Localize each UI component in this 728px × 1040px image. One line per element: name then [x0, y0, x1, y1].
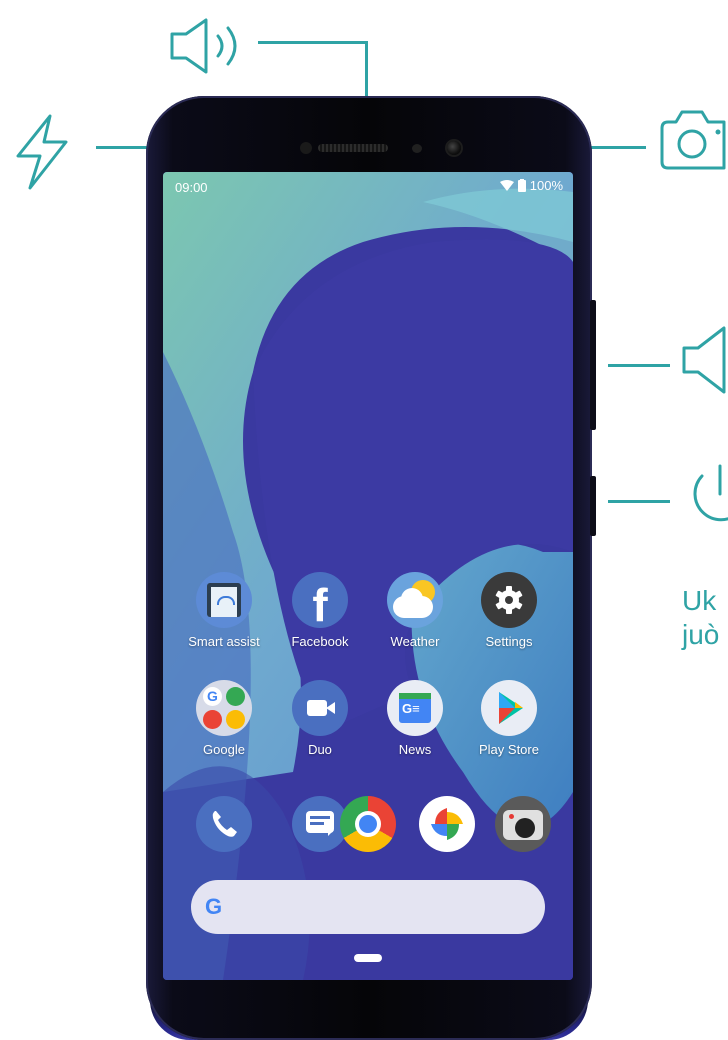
gear-icon [481, 572, 537, 628]
dock-phone[interactable] [184, 796, 264, 852]
front-camera-icon [658, 106, 728, 176]
volume-rocker[interactable] [590, 300, 596, 430]
dock-camera[interactable] [483, 796, 563, 852]
app-label: Play Store [479, 742, 539, 757]
home-gesture-pill[interactable] [354, 954, 382, 962]
play-store-icon [481, 680, 537, 736]
smart-assist-icon [196, 572, 252, 628]
chrome-icon [340, 796, 396, 852]
power-icon [680, 462, 728, 542]
status-icons: 100% [499, 178, 563, 193]
wifi-icon [499, 180, 514, 191]
flash-icon [12, 112, 72, 192]
camera-icon [495, 796, 551, 852]
app-duo[interactable]: Duo [280, 680, 360, 757]
buttons-label-partial: Uk juò [682, 585, 720, 650]
phone-icon [196, 796, 252, 852]
app-news[interactable]: G≡ News [375, 680, 455, 757]
power-button[interactable] [590, 476, 596, 536]
home-screen: 09:00 100% Smart assist f Facebook Weath… [163, 172, 573, 980]
dock-chrome[interactable] [328, 796, 408, 852]
status-time: 09:00 [175, 180, 208, 195]
flash-led [300, 142, 312, 154]
app-label: Weather [390, 634, 440, 649]
app-label: Smart assist [188, 634, 260, 649]
facebook-icon: f [292, 572, 348, 628]
weather-icon [387, 572, 443, 628]
app-label: Google [203, 742, 245, 757]
app-label: News [398, 742, 432, 757]
google-logo-icon: G [205, 894, 223, 919]
earpiece-callout-line [258, 41, 368, 44]
battery-icon [517, 179, 526, 192]
news-icon: G≡ [387, 680, 443, 736]
proximity-sensor [412, 144, 422, 153]
app-play-store[interactable]: Play Store [469, 680, 549, 757]
app-weather[interactable]: Weather [375, 572, 455, 649]
app-facebook[interactable]: f Facebook [280, 572, 360, 649]
google-search-bar[interactable]: G [191, 880, 545, 934]
app-label: Duo [308, 742, 332, 757]
app-label: Facebook [291, 634, 349, 649]
app-google[interactable]: G Google [184, 680, 264, 757]
battery-percent: 100% [529, 178, 563, 193]
front-camera-lens [447, 141, 461, 155]
app-settings[interactable]: Settings [469, 572, 549, 649]
earpiece-speaker-icon [168, 14, 248, 78]
dock-photos[interactable] [407, 796, 487, 852]
power-callout-line [608, 500, 670, 503]
app-label: Settings [485, 634, 533, 649]
volume-icon [680, 322, 728, 402]
earpiece-grille [318, 144, 388, 152]
photos-icon [419, 796, 475, 852]
app-smart-assist[interactable]: Smart assist [184, 572, 264, 649]
volume-callout-line [608, 364, 670, 367]
google-folder-icon: G [196, 680, 252, 736]
duo-video-icon [292, 680, 348, 736]
